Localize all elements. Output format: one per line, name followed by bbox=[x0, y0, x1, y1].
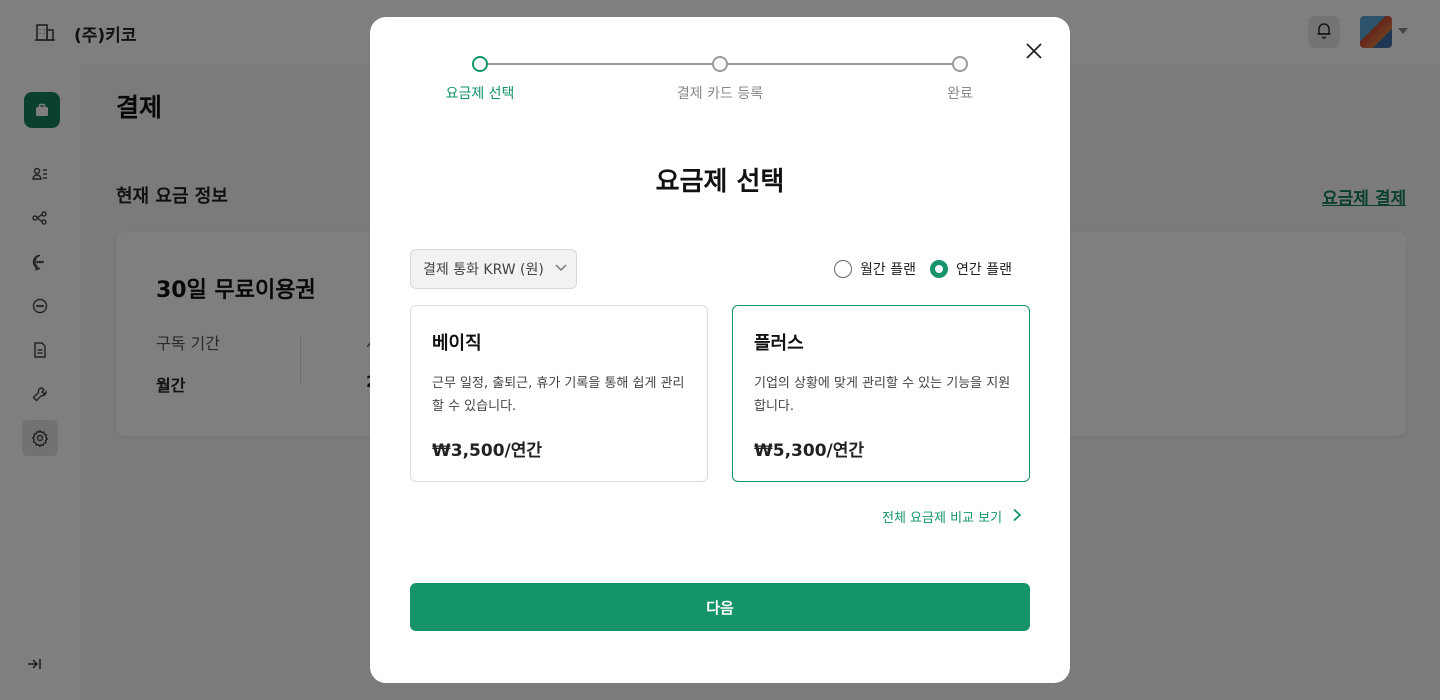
plan-description: 근무 일정, 출퇴근, 휴가 기록을 통해 쉽게 관리할 수 있습니다. bbox=[432, 376, 685, 414]
step-dot-1 bbox=[472, 56, 488, 72]
plan-name: 베이직 bbox=[432, 333, 482, 354]
yearly-plan-option[interactable]: 연간 플랜 bbox=[929, 259, 1012, 279]
currency-select-value: 결제 통화 KRW (원) bbox=[423, 262, 544, 278]
monthly-plan-label: 월간 플랜 bbox=[860, 262, 916, 278]
plan-price: ₩5,300/연간 bbox=[754, 441, 865, 461]
step-dot-3 bbox=[952, 56, 968, 72]
close-icon bbox=[1025, 42, 1043, 64]
compare-plans-label: 전체 요금제 비교 보기 bbox=[882, 511, 1003, 526]
next-button[interactable]: 다음 bbox=[410, 583, 1030, 631]
plan-card-plus[interactable]: 플러스 기업의 상황에 맞게 관리할 수 있는 기능을 지원합니다. ₩5,30… bbox=[732, 305, 1030, 482]
monthly-plan-radio[interactable] bbox=[834, 260, 852, 278]
chevron-down-icon bbox=[554, 260, 568, 278]
plan-description: 기업의 상황에 맞게 관리할 수 있는 기능을 지원합니다. bbox=[754, 376, 1011, 414]
plan-price: ₩3,500/연간 bbox=[432, 441, 543, 461]
step-label-1: 요금제 선택 bbox=[445, 86, 515, 102]
step-dot-2 bbox=[712, 56, 728, 72]
close-button[interactable] bbox=[1022, 41, 1046, 65]
plan-selection-modal: 요금제 선택 결제 카드 등록 완료 요금제 선택 결제 통화 KRW (원) … bbox=[370, 17, 1070, 683]
plan-card-basic[interactable]: 베이직 근무 일정, 출퇴근, 휴가 기록을 통해 쉽게 관리할 수 있습니다.… bbox=[410, 305, 708, 482]
compare-plans-link[interactable]: 전체 요금제 비교 보기 bbox=[882, 507, 1022, 526]
modal-title: 요금제 선택 bbox=[655, 167, 785, 197]
yearly-plan-label: 연간 플랜 bbox=[955, 262, 1012, 278]
plan-name: 플러스 bbox=[754, 333, 804, 354]
step-label-3: 완료 bbox=[947, 86, 973, 102]
step-label-2: 결제 카드 등록 bbox=[676, 86, 764, 102]
chevron-right-icon bbox=[1012, 508, 1022, 526]
monthly-plan-option[interactable]: 월간 플랜 bbox=[834, 259, 916, 279]
currency-select[interactable]: 결제 통화 KRW (원) bbox=[410, 249, 577, 289]
billing-period-radio-group: 월간 플랜 연간 플랜 bbox=[834, 259, 1012, 279]
yearly-plan-radio[interactable] bbox=[929, 260, 948, 278]
